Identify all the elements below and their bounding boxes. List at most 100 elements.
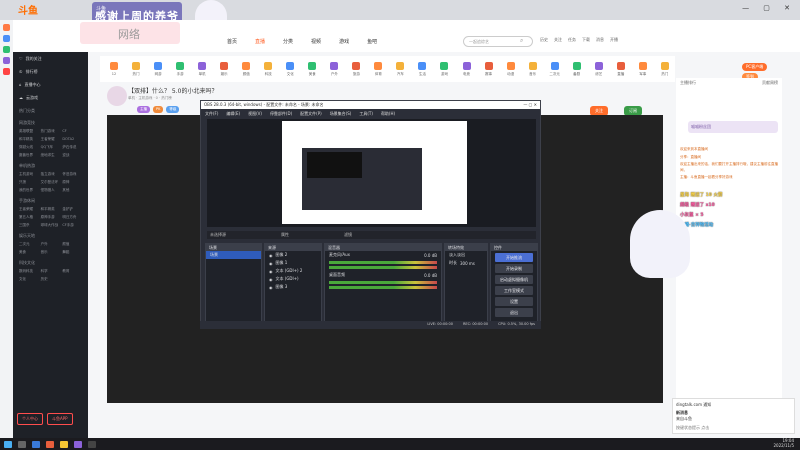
sidebar-grid-item[interactable]: 主机游戏 [19, 172, 39, 177]
category-item[interactable]: 网游 [148, 61, 168, 77]
sidebar-grid-item[interactable]: 独立游戏 [41, 172, 61, 177]
menu-item[interactable]: 编辑(E) [226, 111, 240, 116]
category-item[interactable]: 动漫 [501, 61, 521, 77]
sidebar-grid-item[interactable]: CF手游 [62, 223, 82, 228]
top-icon-label[interactable]: 任务 [568, 37, 576, 43]
menu-item[interactable]: 工具(T) [359, 111, 373, 116]
app-download-button[interactable]: 斗鱼APP [47, 413, 73, 425]
app-icon[interactable] [3, 24, 10, 31]
category-item[interactable]: 热门 [126, 61, 146, 77]
sidebar-grid-item[interactable]: 第五人格 [19, 215, 39, 220]
category-item[interactable]: 直播 [611, 61, 631, 77]
notification-toast[interactable]: dingtalk.com 通知 新消息 来自斗鱼 按键状态提示 点击 [672, 398, 795, 434]
sidebar-grid-item[interactable]: 和平精英 [19, 137, 39, 142]
folder-icon[interactable] [60, 440, 68, 448]
category-item[interactable]: 手游 [170, 61, 190, 77]
sidebar-grid-item[interactable]: 美食 [19, 250, 39, 255]
top-icon-label[interactable]: 关注 [554, 37, 562, 43]
sidebar-grid-item[interactable]: 舞蹈 [62, 250, 82, 255]
menu-item[interactable]: 文件(F) [205, 111, 218, 116]
window-controls[interactable]: — ▢ ✕ [523, 102, 537, 108]
sidebar-grid-item[interactable]: 科学 [41, 269, 61, 274]
nav-link[interactable]: 分类 [279, 38, 297, 45]
control-button[interactable]: 开始录制 [495, 264, 533, 273]
window-controls[interactable]: — ▢ ✕ [742, 4, 796, 12]
sidebar-grid-item[interactable]: DOTA2 [62, 137, 82, 142]
category-item[interactable]: 军事 [633, 61, 653, 77]
sidebar-grid-item[interactable]: 颜值 [62, 242, 82, 247]
category-item[interactable]: 户外 [324, 61, 344, 77]
category-item[interactable]: 赛事 [479, 61, 499, 77]
sidebar-item-cloud[interactable]: ☁ 云游戏 [13, 91, 88, 104]
filters-button[interactable]: 滤镜 [344, 232, 352, 238]
nav-link[interactable]: 直播 [251, 38, 269, 45]
sidebar-grid-item[interactable]: 教育 [62, 269, 82, 274]
eye-icon[interactable]: ◉ [269, 261, 273, 266]
nav-link[interactable]: 游戏 [335, 38, 353, 45]
duration-input[interactable]: 300 ms [460, 261, 475, 266]
sidebar-item-rank[interactable]: ♔ 排行榜 [13, 65, 88, 78]
category-item[interactable]: 美食 [302, 61, 322, 77]
sidebar-grid-item[interactable]: 逆战 [62, 153, 82, 158]
sidebar-grid-item[interactable]: 炉石传说 [62, 145, 82, 150]
source-item[interactable]: ◉ 文本 (GDI+) [265, 275, 321, 283]
eye-icon[interactable]: ◉ [269, 285, 273, 290]
control-button[interactable]: 工作室模式 [495, 286, 533, 295]
promo-box[interactable]: 网络 [80, 22, 180, 44]
menu-item[interactable]: 停靠部件(D) [270, 111, 292, 116]
menu-item[interactable]: 配置文件(P) [300, 111, 322, 116]
sidebar-item-center[interactable]: ⌂ 直播中心 [13, 78, 88, 91]
control-button[interactable]: 开始推流 [495, 253, 533, 262]
steam-icon[interactable] [32, 440, 40, 448]
sidebar-grid-item[interactable]: 怪物猎人 [41, 188, 61, 193]
category-item[interactable]: 电竞 [457, 61, 477, 77]
app-icon[interactable] [3, 46, 10, 53]
sidebar-grid-item[interactable]: 二次元 [19, 242, 39, 247]
eye-icon[interactable]: ◉ [269, 269, 273, 274]
sidebar-grid-item[interactable]: CF [62, 129, 82, 134]
category-item[interactable]: 体育 [368, 61, 388, 77]
category-item[interactable]: 番剧 [567, 61, 587, 77]
menu-item[interactable]: 视图(V) [248, 111, 262, 116]
volume-meter[interactable] [329, 286, 437, 289]
properties-button[interactable]: 属性 [281, 232, 289, 238]
source-item[interactable]: ◉ 文本 (GDI+) 2 [265, 267, 321, 275]
app-icon[interactable] [3, 35, 10, 42]
tab-rank[interactable]: 主播排行 [680, 80, 696, 86]
nav-link[interactable]: 视频 [307, 38, 325, 45]
scene-item[interactable]: 场景 [206, 251, 261, 259]
source-item[interactable]: ◉ 图像 1 [265, 259, 321, 267]
category-item[interactable]: 音乐 [523, 61, 543, 77]
sidebar-grid-item[interactable]: 和平精英 [41, 207, 61, 212]
top-icon-label[interactable]: 消息 [596, 37, 604, 43]
sidebar-grid-item[interactable]: 户外 [41, 242, 61, 247]
sidebar-grid-item[interactable]: 球球大作战 [41, 223, 61, 228]
sidebar-grid-item[interactable]: 绝地求生 [41, 153, 61, 158]
sidebar-grid-item[interactable]: 我的世界 [19, 188, 39, 193]
category-item[interactable]: 生活 [412, 61, 432, 77]
obs-preview[interactable] [207, 119, 536, 227]
sidebar-grid-item[interactable]: 三国杀 [19, 223, 39, 228]
transition-select[interactable]: 淡入淡出 [445, 251, 487, 259]
obs-icon[interactable] [88, 440, 96, 448]
category-item[interactable]: 汽车 [390, 61, 410, 77]
eye-icon[interactable]: ◉ [269, 253, 273, 258]
category-item[interactable]: 文化 [280, 61, 300, 77]
search-icon[interactable]: ⌕ [520, 37, 523, 45]
sidebar-grid-item[interactable]: QQ飞车 [41, 145, 61, 150]
sidebar-grid-item[interactable]: 文化 [19, 277, 39, 282]
pc-client-badge[interactable]: PC客户端 [742, 63, 768, 71]
sidebar-grid-item[interactable]: 明日方舟 [62, 215, 82, 220]
profile-button[interactable]: 个人中心 [17, 413, 43, 425]
category-item[interactable]: 二次元 [545, 61, 565, 77]
browser-icon[interactable] [46, 440, 54, 448]
menu-item[interactable]: 场景集合(S) [330, 111, 352, 116]
category-item[interactable]: 12 [104, 62, 124, 76]
category-item[interactable]: 颜值 [236, 61, 256, 77]
sidebar-grid-item[interactable]: 数码科技 [19, 269, 39, 274]
category-item[interactable]: 科技 [258, 61, 278, 77]
sidebar-grid-item[interactable]: 王者荣耀 [41, 137, 61, 142]
control-button[interactable]: 启动虚拟摄像机 [495, 275, 533, 284]
top-icon-label[interactable]: 历史 [540, 37, 548, 43]
search-icon[interactable] [18, 440, 26, 448]
